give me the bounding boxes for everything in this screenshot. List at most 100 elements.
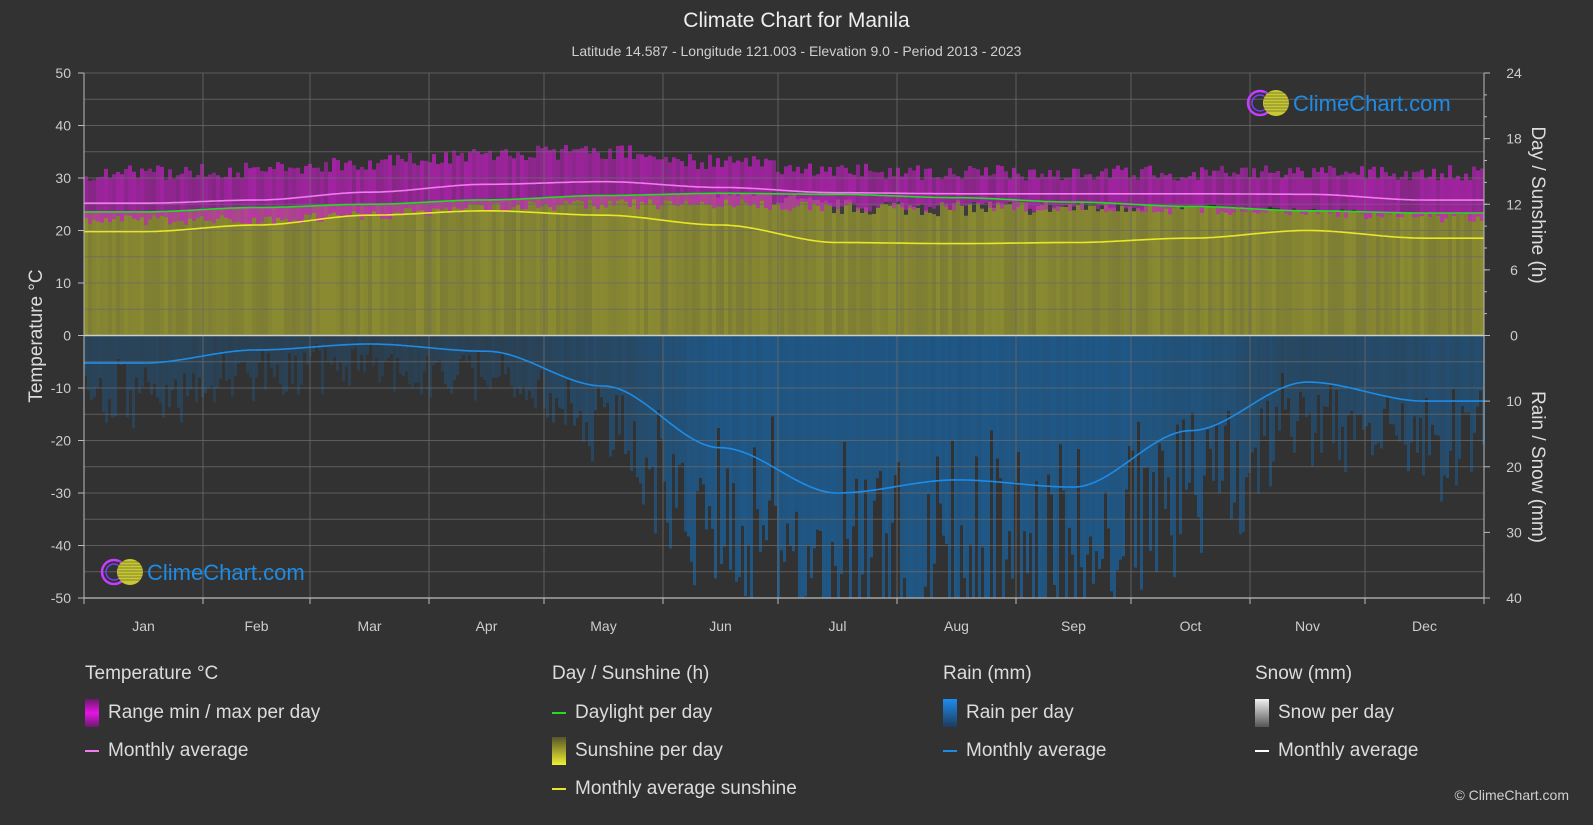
rain-bar (1017, 335, 1020, 452)
left-tick-label: 50 (55, 65, 71, 81)
sunshine-bar (1108, 207, 1112, 336)
sunshine-bar (812, 199, 816, 336)
temp-range-bar (408, 152, 412, 209)
sunshine-swatch (552, 737, 566, 765)
sunshine-bar (1260, 209, 1264, 336)
rain-bar (1245, 335, 1248, 478)
sunshine-bar (248, 207, 252, 336)
temp-range-bar (572, 149, 576, 202)
rain-bar (444, 335, 447, 385)
rain-bar (945, 335, 948, 544)
sunshine-bar (1276, 210, 1280, 336)
rain-bar (105, 335, 108, 423)
sunshine-bar (1136, 208, 1140, 336)
temp-range-bar (544, 146, 548, 205)
temp-range-bar (1400, 176, 1404, 218)
rain-bar (363, 335, 366, 373)
rain-bar (873, 335, 876, 501)
sunshine-bar (264, 207, 268, 336)
sunshine-bar (288, 206, 292, 336)
rain-bar (477, 335, 480, 352)
temp-range-bar (580, 148, 584, 202)
temp-range-bar (212, 172, 216, 224)
sunshine-bar (992, 207, 996, 336)
sunshine-bar (1176, 206, 1180, 336)
rain-bar (1428, 335, 1431, 456)
legend-label: Monthly average (108, 740, 249, 761)
sunshine-bar (1244, 208, 1248, 336)
sunshine-bar (480, 199, 484, 336)
left-tick-label: 30 (55, 170, 71, 186)
sunshine-bar (688, 193, 692, 336)
rain-bar (1086, 335, 1089, 555)
legend-item-snow: Snow per day (1255, 699, 1418, 727)
sunshine-bar (1224, 207, 1228, 336)
rain-bar (1374, 335, 1377, 446)
rain-bar (366, 335, 369, 355)
temp-range-bar (892, 176, 896, 209)
sunshine-bar (1168, 206, 1172, 336)
rain-bar (126, 335, 129, 418)
temp-range-bar (1432, 168, 1436, 213)
sunshine-bar (860, 212, 864, 336)
sunshine-bar (1064, 207, 1068, 336)
temp-range-bar (176, 175, 180, 222)
sunshine-bar (368, 204, 372, 336)
sunshine-bar (1184, 206, 1188, 336)
temp-range-bar (1112, 168, 1116, 212)
rain-bar (123, 335, 126, 363)
rain-bar (228, 335, 231, 379)
rain-bar (768, 335, 771, 501)
sunshine-bar (1436, 213, 1440, 336)
sunshine-bar (1060, 206, 1064, 336)
rain-bar (378, 335, 381, 383)
temp-range-bar (144, 170, 148, 226)
temp-range-bar (392, 165, 396, 213)
sunshine-bar (492, 199, 496, 336)
rain-bar (441, 335, 444, 372)
sunshine-bar (292, 206, 296, 336)
sunshine-bar (1252, 208, 1256, 336)
legend-item-sunshine: Sunshine per day (552, 737, 797, 765)
rain-bar (480, 335, 483, 378)
sunshine-bar (1100, 209, 1104, 336)
right-tick-label-hours: 12 (1506, 196, 1522, 212)
temp-range-bar (1104, 168, 1108, 213)
rain-bar (1377, 335, 1380, 443)
temp-range-bar (380, 159, 384, 219)
temp-range-bar (1356, 174, 1360, 212)
temp-range-bar (320, 171, 324, 222)
sunshine-bar (1280, 210, 1284, 336)
sunshine-bar (976, 202, 980, 336)
temp-range-bar (1244, 167, 1248, 213)
sunshine-bar (836, 199, 840, 336)
sunshine-bar (468, 200, 472, 336)
sunshine-bar (1104, 202, 1108, 336)
temp-range-bar (160, 166, 164, 216)
rain-bar (1152, 335, 1155, 473)
temp-range-bar (1476, 170, 1480, 217)
rain-bar (162, 335, 165, 418)
rain-bar (1008, 335, 1011, 532)
sunshine-bar (280, 207, 284, 336)
temp-range-bar (1428, 176, 1432, 217)
sunshine-bar (236, 207, 240, 336)
temp-range-bar (940, 179, 944, 203)
temp-range-bar (1412, 172, 1416, 218)
rain-bar (594, 335, 597, 411)
temp-range-bar (588, 153, 592, 200)
temp-range-bar (1184, 178, 1188, 206)
rain-bar (525, 335, 528, 401)
rain-bar (975, 335, 978, 457)
rain-bar (255, 335, 258, 378)
sunshine-bar (552, 197, 556, 336)
temp-range-bar (1208, 175, 1212, 205)
temp-range-bar (936, 177, 940, 206)
sunshine-bar (240, 207, 244, 336)
sunshine-bar (656, 194, 660, 336)
sunshine-bar (328, 205, 332, 336)
temp-range-bar (400, 158, 404, 215)
rain-bar (117, 335, 120, 360)
sunshine-bar (528, 198, 532, 336)
sunshine-bar (804, 198, 808, 336)
